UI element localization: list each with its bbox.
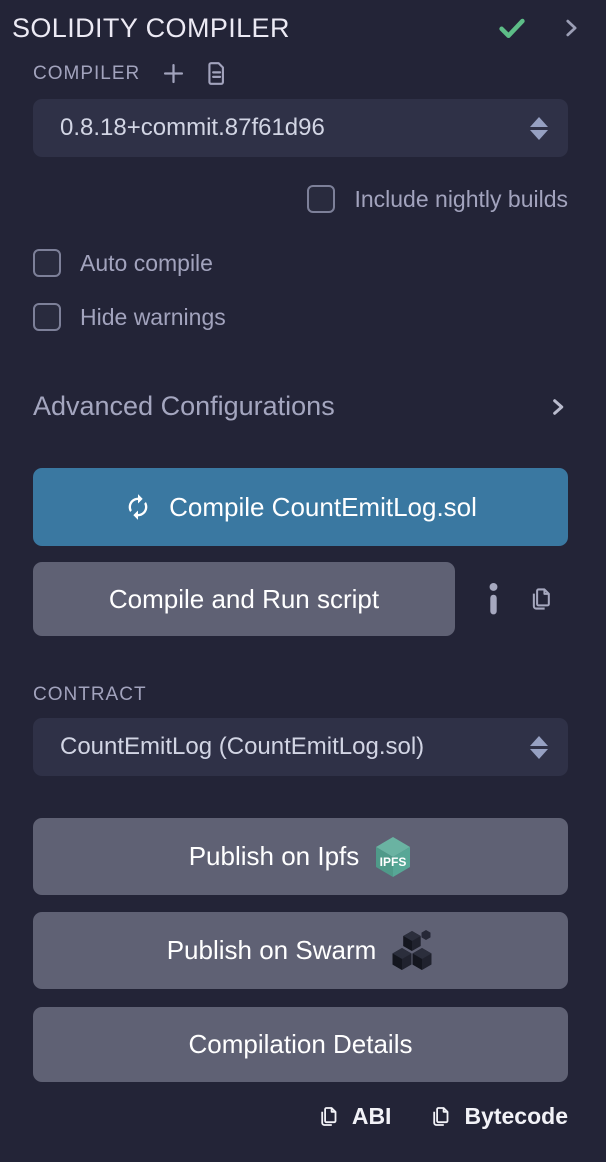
compilation-details-button[interactable]: Compilation Details — [33, 1007, 568, 1082]
auto-compile-label[interactable]: Auto compile — [80, 250, 213, 277]
hide-warnings-label[interactable]: Hide warnings — [80, 304, 226, 331]
panel-header: SOLIDITY COMPILER — [0, 10, 606, 44]
auto-compile-option[interactable]: Auto compile — [33, 249, 568, 277]
nightly-builds-checkbox[interactable] — [307, 185, 335, 213]
advanced-chevron-right-icon — [548, 395, 568, 419]
nightly-builds-label[interactable]: Include nightly builds — [354, 186, 568, 213]
svg-text:IPFS: IPFS — [380, 855, 407, 869]
copy-script-icon[interactable] — [528, 584, 555, 614]
collapse-panel-chevron-right-icon[interactable] — [560, 17, 582, 39]
compile-and-run-button[interactable]: Compile and Run script — [33, 562, 455, 636]
select-caret-icon — [530, 736, 548, 759]
compiler-version-value: 0.8.18+commit.87f61d96 — [60, 114, 325, 142]
compile-run-row: Compile and Run script — [33, 562, 568, 636]
publish-swarm-button[interactable]: Publish on Swarm — [33, 912, 568, 989]
ipfs-icon: IPFS — [374, 836, 412, 878]
contract-label: CONTRACT — [33, 684, 568, 706]
abi-label: ABI — [352, 1103, 392, 1130]
hide-warnings-checkbox[interactable] — [33, 303, 61, 331]
copy-bytecode-button[interactable]: Bytecode — [429, 1103, 568, 1130]
copy-icon — [317, 1103, 341, 1130]
copy-icon — [429, 1103, 453, 1130]
advanced-configurations-label: Advanced Configurations — [33, 391, 335, 422]
sync-icon — [124, 493, 152, 521]
nightly-builds-option[interactable]: Include nightly builds — [33, 185, 568, 213]
hide-warnings-option[interactable]: Hide warnings — [33, 303, 568, 331]
copy-abi-button[interactable]: ABI — [317, 1103, 392, 1130]
info-icon[interactable] — [486, 583, 501, 615]
compile-button-label: Compile CountEmitLog.sol — [169, 492, 477, 523]
add-custom-compiler-icon[interactable] — [160, 60, 187, 87]
auto-compile-checkbox[interactable] — [33, 249, 61, 277]
select-caret-icon — [530, 117, 548, 140]
compile-and-run-label: Compile and Run script — [109, 584, 379, 615]
publish-ipfs-button[interactable]: Publish on Ipfs IPFS — [33, 818, 568, 895]
bytecode-label: Bytecode — [464, 1103, 568, 1130]
compile-button[interactable]: Compile CountEmitLog.sol — [33, 468, 568, 546]
compiler-version-select[interactable]: 0.8.18+commit.87f61d96 — [33, 99, 568, 157]
compile-success-check-icon — [496, 12, 528, 44]
publish-swarm-label: Publish on Swarm — [167, 935, 377, 966]
publish-ipfs-label: Publish on Ipfs — [189, 841, 360, 872]
swarm-icon — [390, 929, 434, 973]
contract-select[interactable]: CountEmitLog (CountEmitLog.sol) — [33, 718, 568, 776]
open-file-icon[interactable] — [203, 60, 230, 87]
compiler-section-header: COMPILER — [33, 60, 568, 87]
panel-title: SOLIDITY COMPILER — [12, 13, 496, 44]
solidity-compiler-panel: SOLIDITY COMPILER COMPILER — [0, 0, 606, 1162]
copy-footer: ABI Bytecode — [33, 1103, 568, 1130]
compiler-label: COMPILER — [33, 63, 140, 85]
advanced-configurations-toggle[interactable]: Advanced Configurations — [33, 391, 568, 422]
contract-select-value: CountEmitLog (CountEmitLog.sol) — [60, 733, 424, 761]
compilation-details-label: Compilation Details — [189, 1029, 413, 1060]
